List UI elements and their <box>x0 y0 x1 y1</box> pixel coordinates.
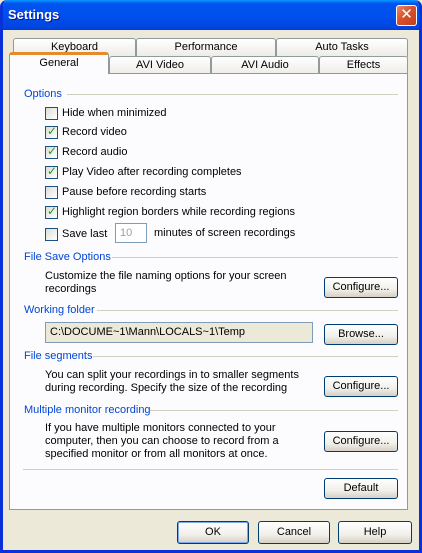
file-save-configure-button[interactable]: Configure... <box>324 277 398 298</box>
options-section-title: Options <box>24 88 62 100</box>
save-last-checkbox[interactable]: Save last <box>45 227 107 241</box>
tab-label: Effects <box>346 59 381 71</box>
checkbox-box: ✓ <box>45 123 58 139</box>
multi-monitor-description-line2: computer, then you can choose to record … <box>45 435 279 447</box>
cancel-button[interactable]: Cancel <box>258 521 330 544</box>
tab-label: AVI Audio <box>241 59 289 71</box>
file-save-description-line1: Customize the file naming options for yo… <box>45 270 287 282</box>
checkbox-box <box>45 106 58 120</box>
save-last-minutes-input[interactable]: 10 <box>115 223 147 243</box>
checkbox-box: ✓ <box>45 163 58 179</box>
record-audio-checkbox[interactable]: ✓ Record audio <box>45 143 128 159</box>
section-divider <box>97 310 398 311</box>
highlight-region-borders-checkbox[interactable]: ✓ Highlight region borders while recordi… <box>45 203 295 219</box>
checkbox-label: Save last <box>62 228 108 240</box>
checkbox-label: Record audio <box>62 146 128 158</box>
checkbox-label: Highlight region borders while recording… <box>62 206 295 218</box>
file-save-section-title: File Save Options <box>24 251 111 263</box>
multi-monitor-description-line3: specified monitor or from all monitors a… <box>45 448 268 460</box>
section-divider <box>93 356 398 357</box>
file-segments-section-title: File segments <box>24 350 93 362</box>
file-segments-description-line2: during recording. Specify the size of th… <box>45 382 288 394</box>
working-folder-section-title: Working folder <box>24 304 95 316</box>
tab-label: AVI Video <box>136 59 184 71</box>
play-video-after-recording-checkbox[interactable]: ✓ Play Video after recording completes <box>45 163 242 179</box>
pause-before-recording-checkbox[interactable]: Pause before recording starts <box>45 185 206 199</box>
checkbox-box: ✓ <box>45 203 58 219</box>
checkbox-label: Record video <box>62 126 127 138</box>
tab-general[interactable]: General <box>9 52 109 74</box>
close-button[interactable]: ✕ <box>396 5 417 26</box>
tab-performance[interactable]: Performance <box>136 38 276 57</box>
section-divider <box>150 410 398 411</box>
file-segments-description-line1: You can split your recordings in to smal… <box>45 369 299 381</box>
checkbox-box <box>45 185 58 199</box>
check-icon: ✓ <box>47 143 58 158</box>
checkbox-box: ✓ <box>45 143 58 159</box>
checkbox-label: Play Video after recording completes <box>62 166 242 178</box>
tab-label: Performance <box>174 41 238 53</box>
check-icon: ✓ <box>47 123 58 138</box>
tab-label: General <box>39 57 79 69</box>
multi-monitor-section-title: Multiple monitor recording <box>24 404 151 416</box>
tab-auto-tasks[interactable]: Auto Tasks <box>276 38 408 57</box>
checkbox-label: Pause before recording starts <box>62 186 207 198</box>
minutes-label: minutes of screen recordings <box>154 227 296 239</box>
section-divider <box>112 257 398 258</box>
ok-button[interactable]: OK <box>177 521 249 544</box>
window-title: Settings <box>8 7 60 22</box>
section-divider <box>67 94 398 95</box>
file-save-description-line2: recordings <box>45 283 97 295</box>
file-segments-configure-button[interactable]: Configure... <box>324 376 398 397</box>
multi-monitor-configure-button[interactable]: Configure... <box>324 431 398 452</box>
checkbox-box <box>45 227 58 241</box>
title-bar: Settings ✕ <box>3 0 419 30</box>
browse-button[interactable]: Browse... <box>324 324 398 345</box>
help-button[interactable]: Help <box>338 521 412 544</box>
section-divider <box>23 469 398 470</box>
check-icon: ✓ <box>47 163 58 178</box>
default-button[interactable]: Default <box>324 478 398 499</box>
tab-label: Auto Tasks <box>315 41 369 53</box>
multi-monitor-description-line1: If you have multiple monitors connected … <box>45 422 276 434</box>
checkbox-label: Hide when minimized <box>62 107 167 119</box>
record-video-checkbox[interactable]: ✓ Record video <box>45 123 127 139</box>
check-icon: ✓ <box>47 203 58 218</box>
hide-when-minimized-checkbox[interactable]: Hide when minimized <box>45 106 167 120</box>
close-icon: ✕ <box>400 6 413 23</box>
working-folder-path-input[interactable]: C:\DOCUME~1\Mann\LOCALS~1\Temp <box>45 322 313 343</box>
